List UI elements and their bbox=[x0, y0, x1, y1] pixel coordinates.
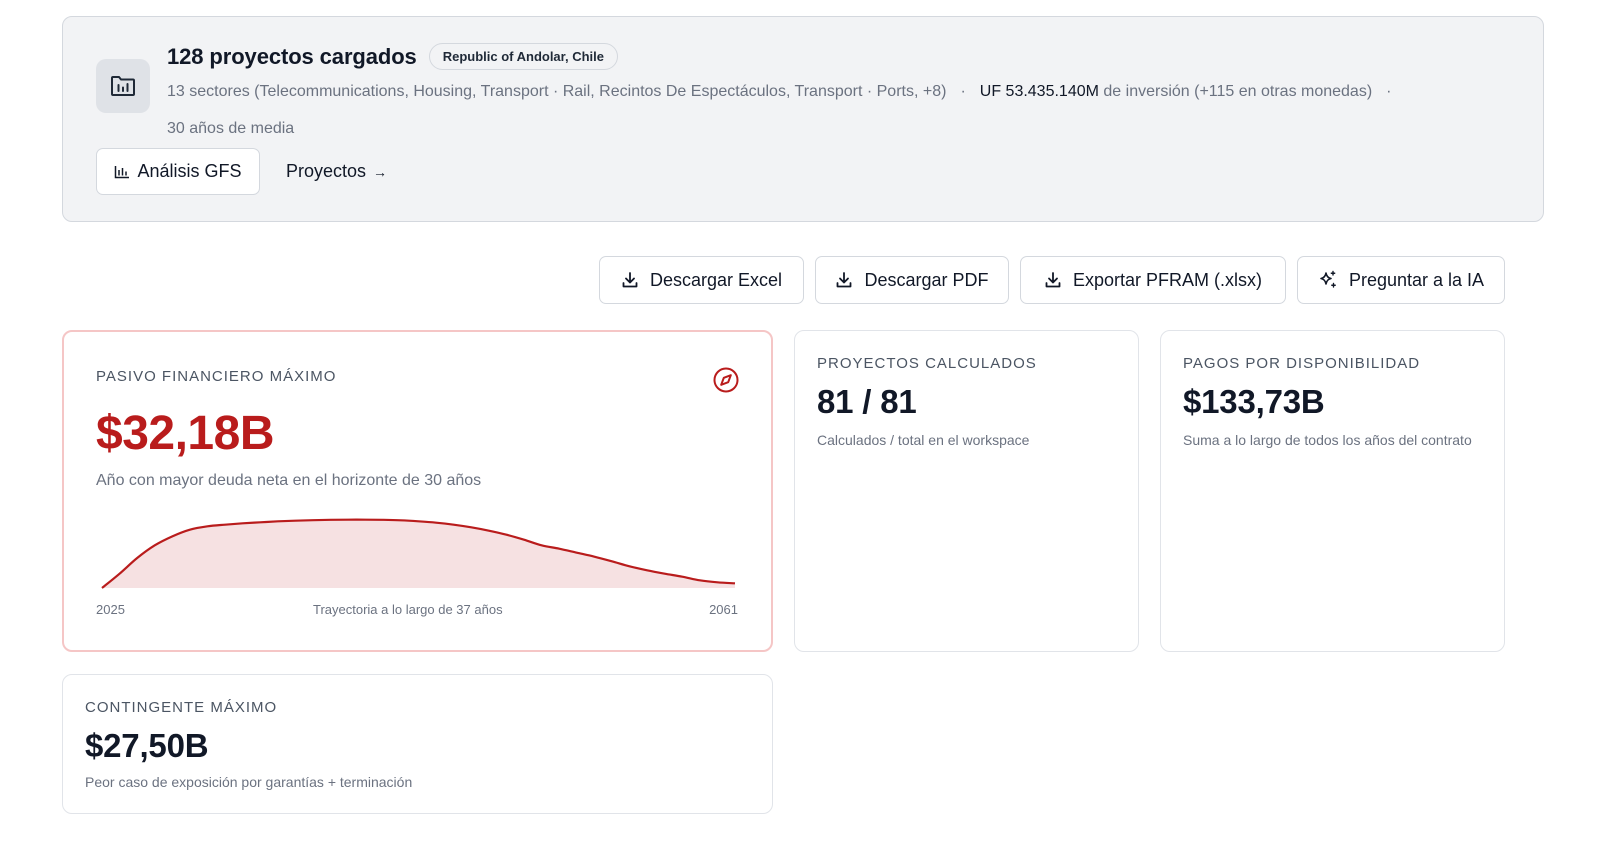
max-liability-description: Año con mayor deuda neta en el horizonte… bbox=[96, 472, 482, 489]
axis-start-label: 2025 bbox=[96, 602, 125, 617]
calculated-projects-value: 81 / 81 bbox=[817, 383, 917, 420]
projects-loaded-title: 128 proyectos cargados bbox=[167, 43, 417, 69]
calculated-projects-card: PROYECTOS CALCULADOS 81 / 81 Calculados … bbox=[794, 330, 1139, 652]
investment-amount: UF 53.435.140M bbox=[979, 83, 1099, 100]
sparkles-icon bbox=[1320, 270, 1336, 288]
projects-link-label: Proyectos bbox=[286, 161, 367, 181]
ask-ai-label: Preguntar a la IA bbox=[1348, 269, 1485, 290]
gfs-analysis-button[interactable]: Análisis GFS bbox=[96, 148, 260, 195]
workspace-summary-card: 128 proyectos cargados Republic of Andol… bbox=[62, 16, 1544, 222]
max-contingent-sub: Peor caso de exposición por garantías + … bbox=[85, 774, 413, 790]
availability-payments-card: PAGOS POR DISPONIBILIDAD $133,73B Suma a… bbox=[1160, 330, 1505, 652]
card-kicker: CONTINGENTE MÁXIMO bbox=[85, 699, 278, 716]
availability-payments-value: $133,73B bbox=[1183, 383, 1325, 420]
projects-link[interactable]: Proyectos → bbox=[286, 148, 387, 195]
max-financial-liability-card: PASIVO FINANCIERO MÁXIMO $32,18B Año con… bbox=[62, 330, 773, 652]
card-kicker: PROYECTOS CALCULADOS bbox=[817, 355, 1037, 372]
sectors-text: 13 sectores (Telecommunications, Housing… bbox=[167, 83, 947, 100]
arrow-right-icon: → bbox=[373, 163, 388, 180]
calculated-projects-sub: Calculados / total en el workspace bbox=[817, 432, 1030, 448]
export-pfram-label: Exportar PFRAM (.xlsx) bbox=[1072, 269, 1263, 290]
max-contingent-value: $27,50B bbox=[85, 727, 209, 764]
max-liability-value: $32,18B bbox=[96, 407, 274, 460]
export-pfram-button[interactable]: Exportar PFRAM (.xlsx) bbox=[1020, 256, 1286, 304]
meta-separator: · bbox=[960, 83, 966, 100]
average-years-text: 30 años de media bbox=[167, 120, 295, 137]
download-pdf-label: Descargar PDF bbox=[864, 269, 989, 290]
card-kicker: PASIVO FINANCIERO MÁXIMO bbox=[96, 368, 337, 385]
compass-icon bbox=[713, 367, 739, 393]
meta-separator: · bbox=[1386, 83, 1392, 100]
summary-title-row: 128 proyectos cargados Republic of Andol… bbox=[167, 43, 619, 70]
download-icon bbox=[622, 272, 638, 288]
download-excel-button[interactable]: Descargar Excel bbox=[599, 256, 804, 304]
max-contingent-card: CONTINGENTE MÁXIMO $27,50B Peor caso de … bbox=[62, 674, 773, 814]
download-icon bbox=[837, 272, 852, 288]
bar-chart-icon bbox=[115, 165, 130, 178]
axis-end-label: 2061 bbox=[709, 602, 738, 617]
download-pdf-button[interactable]: Descargar PDF bbox=[815, 256, 1009, 304]
gfs-analysis-label: Análisis GFS bbox=[137, 161, 242, 181]
summary-meta: 13 sectores (Telecommunications, Housing… bbox=[167, 73, 1512, 147]
availability-payments-sub: Suma a lo largo de todos los años del co… bbox=[1183, 432, 1472, 448]
ask-ai-button[interactable]: Preguntar a la IA bbox=[1297, 256, 1505, 304]
download-excel-label: Descargar Excel bbox=[649, 269, 783, 290]
investment-suffix: de inversión (+115 en otras monedas) bbox=[1103, 83, 1373, 100]
download-icon bbox=[1045, 272, 1061, 288]
liability-trajectory-sparkline bbox=[96, 512, 741, 592]
axis-mid-label: Trayectoria a lo largo de 37 años bbox=[313, 602, 503, 617]
sparkline-area bbox=[102, 519, 735, 588]
region-badge: Republic of Andolar, Chile bbox=[428, 43, 619, 70]
card-kicker: PAGOS POR DISPONIBILIDAD bbox=[1183, 355, 1421, 372]
folder-chart-icon bbox=[96, 59, 150, 113]
